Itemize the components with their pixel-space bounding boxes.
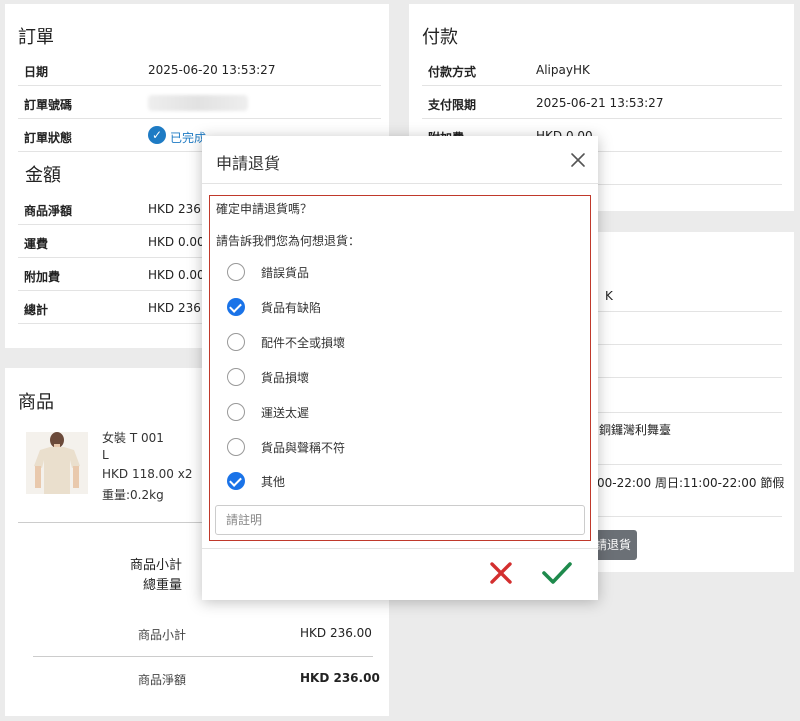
- order-number-label: 訂單號碼: [24, 98, 73, 112]
- reason-option-not-as-described[interactable]: 貨品與聲稱不符: [227, 436, 527, 458]
- reason-label: 錯誤貨品: [261, 266, 310, 280]
- modal-header-divider: [202, 183, 598, 184]
- reason-label: 運送太遲: [261, 406, 310, 420]
- product-name[interactable]: 女裝 T 001: [102, 429, 164, 446]
- modal-prompt: 請告訴我們您為何想退貨：: [216, 234, 361, 248]
- reason-radio[interactable]: [227, 333, 245, 351]
- payment-deadline-row: 支付限期 2025-06-21 13:53:27: [422, 87, 782, 119]
- amount-shipping-label: 運費: [24, 237, 49, 251]
- reason-option-wrong-item[interactable]: 錯誤貨品: [227, 261, 527, 283]
- reason-option-late-delivery[interactable]: 運送太遲: [227, 401, 527, 423]
- cross-icon: [490, 562, 512, 584]
- order-status-label: 訂單狀態: [24, 131, 73, 145]
- amount-surcharge-value: HKD 0.00: [148, 268, 205, 282]
- product-size: L: [102, 448, 109, 462]
- modal-question: 確定申請退貨嗎？: [216, 202, 313, 216]
- order-date-row: 日期 2025-06-20 13:53:27: [18, 54, 381, 86]
- product-weight: 重量:0.2kg: [102, 488, 164, 502]
- amount-surcharge-label: 附加費: [24, 270, 61, 284]
- modal-title: 申請退貨: [216, 154, 281, 173]
- product-image[interactable]: [26, 432, 88, 494]
- amount-title: 金額: [25, 165, 61, 186]
- payment-title: 付款: [422, 27, 458, 48]
- payment-method-value: AlipayHK: [536, 63, 590, 77]
- reason-radio-checked[interactable]: [227, 472, 245, 490]
- reason-option-defective[interactable]: 貨品有缺陷: [227, 296, 527, 318]
- close-icon[interactable]: [568, 150, 588, 170]
- check-circle-icon: ✓: [148, 126, 166, 144]
- payment-deadline-value: 2025-06-21 13:53:27: [536, 96, 664, 110]
- summary-net-label: 商品淨額: [138, 673, 187, 687]
- order-number-redacted: [148, 95, 248, 111]
- reason-radio[interactable]: [227, 263, 245, 281]
- confirm-button[interactable]: [540, 556, 574, 590]
- return-request-modal: 申請退貨 確定申請退貨嗎？ 請告訴我們您為何想退貨： 錯誤貨品 貨品有缺陷 配件…: [202, 136, 598, 600]
- remark-input[interactable]: [215, 505, 585, 535]
- amount-shipping-value: HKD 0.00: [148, 235, 205, 249]
- return-request-button-label: 請退貨: [595, 538, 632, 552]
- products-title: 商品: [18, 392, 54, 413]
- order-date-label: 日期: [24, 65, 49, 79]
- reason-radio-checked[interactable]: [227, 298, 245, 316]
- reason-radio[interactable]: [227, 438, 245, 456]
- payment-deadline-label: 支付限期: [428, 98, 477, 112]
- product-price: HKD 118.00 x2: [102, 467, 193, 481]
- summary-subtotal-label: 商品小計: [138, 628, 187, 642]
- payment-method-row: 付款方式 AlipayHK: [422, 54, 782, 86]
- products-subtotal-label: 商品小計: [130, 558, 183, 573]
- reason-radio[interactable]: [227, 403, 245, 421]
- payment-method-label: 付款方式: [428, 65, 477, 79]
- amount-net-label: 商品淨額: [24, 204, 73, 218]
- pickup-row-1-text: K: [605, 289, 613, 303]
- products-total-weight-label: 總重量: [143, 578, 183, 593]
- cancel-button[interactable]: [484, 556, 518, 590]
- reason-option-missing-parts[interactable]: 配件不全或損壞: [227, 331, 527, 353]
- summary-divider: [33, 656, 373, 657]
- order-title: 訂單: [18, 27, 54, 48]
- order-status-value: 已完成: [170, 131, 207, 145]
- tshirt-model-image: [26, 432, 88, 494]
- reason-radio[interactable]: [227, 368, 245, 386]
- reason-option-other[interactable]: 其他: [227, 470, 527, 492]
- reason-option-damaged[interactable]: 貨品損壞: [227, 366, 527, 388]
- modal-body: 確定申請退貨嗎？ 請告訴我們您為何想退貨： 錯誤貨品 貨品有缺陷 配件不全或損壞…: [209, 195, 591, 541]
- reason-label: 貨品損壞: [261, 371, 310, 385]
- checkmark-icon: [542, 562, 572, 584]
- summary-net-value: HKD 236.00: [300, 671, 380, 685]
- reason-label: 配件不全或損壞: [261, 336, 346, 350]
- reason-label: 其他: [261, 475, 286, 489]
- reason-label: 貨品與聲稱不符: [261, 441, 346, 455]
- modal-footer-divider: [202, 548, 598, 549]
- order-date-value: 2025-06-20 13:53:27: [148, 63, 276, 77]
- reason-label: 貨品有缺陷: [261, 301, 322, 315]
- order-number-row: 訂單號碼: [18, 87, 381, 119]
- amount-total-label: 總計: [24, 303, 49, 317]
- summary-subtotal-value: HKD 236.00: [300, 626, 372, 640]
